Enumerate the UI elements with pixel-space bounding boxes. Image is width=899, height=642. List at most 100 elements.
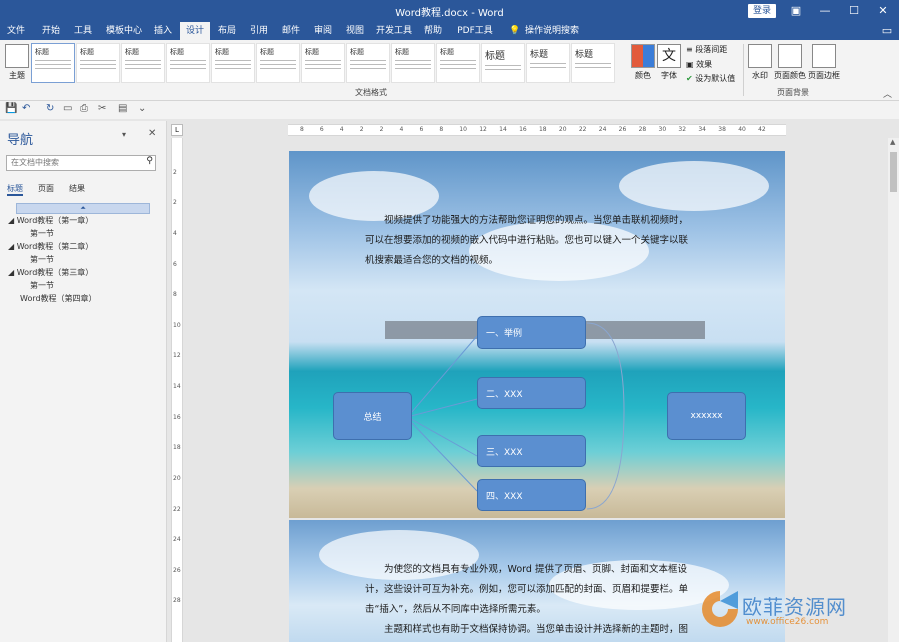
diagram-item-box[interactable]: 二、XXX [477, 377, 586, 409]
minimize-icon[interactable]: — [816, 3, 834, 19]
tell-me-search[interactable]: 操作说明搜索 [524, 22, 580, 40]
undo-icon[interactable]: ↶ [22, 103, 30, 114]
customize-qat-icon[interactable]: ⌄ [138, 103, 146, 114]
tab-selector[interactable]: L [171, 124, 183, 136]
site-watermark-logo: 欧菲资源网 www.office26.com [700, 585, 895, 640]
ribbon-display-icon[interactable]: ▣ [787, 3, 805, 19]
search-icon[interactable]: ⚲ [146, 156, 153, 166]
share-icon[interactable]: ▤ [118, 103, 127, 114]
ruler-tick-label: 4 [399, 126, 404, 133]
nav-tab-headings[interactable]: 标题 [7, 183, 23, 196]
collapse-ribbon-icon[interactable]: ︿ [883, 87, 892, 100]
nav-search-input[interactable]: 在文档中搜索 ⚲ [6, 155, 156, 171]
style-set-item[interactable]: 标题 [571, 43, 615, 83]
nav-heading-item[interactable]: ◢ Word教程（第三章） [8, 267, 93, 278]
tab-design[interactable]: 设计 [180, 22, 210, 40]
watermark-button[interactable]: 水印 [748, 44, 772, 81]
ruler-tick-label: 8 [299, 126, 304, 133]
style-set-gallery[interactable]: 标题 标题 标题 标题 标题 标题 标题 标题 标题 标题 标题 标题 标题 [31, 43, 627, 83]
style-set-item[interactable]: 标题 [31, 43, 75, 83]
login-button[interactable]: 登录 [748, 4, 776, 18]
style-set-item[interactable]: 标题 [166, 43, 210, 83]
ruler-tick-label: 6 [319, 126, 324, 133]
nav-heading-item[interactable]: ◢ Word教程（第一章） [8, 215, 93, 226]
navigation-pane: 导航 ▾ ✕ 在文档中搜索 ⚲ 标题 页面 结果 ⏶ ◢ Word教程（第一章）… [0, 121, 167, 642]
style-set-item[interactable]: 标题 [346, 43, 390, 83]
paragraph-text[interactable]: 为使您的文档具有专业外观，Word 提供了页眉、页脚、封面和文本框设 计，这些设… [365, 560, 688, 640]
title-bar: Word教程.docx - Word 登录 ▣ — ☐ ✕ [0, 0, 899, 22]
nav-menu-icon[interactable]: ▾ [122, 130, 126, 139]
themes-label: 主题 [9, 71, 25, 80]
horizontal-ruler[interactable]: 8 6 4 2 2 4 6 8 10 12 14 16 18 20 22 24 26 28 30 32 34 38 40 42 [288, 124, 786, 136]
nav-subheading-item[interactable]: 第一节 [30, 280, 54, 291]
tab-developer[interactable]: 开发工具 [373, 22, 415, 40]
tab-references[interactable]: 引用 [244, 22, 274, 40]
redo-icon[interactable]: ↻ [46, 103, 54, 114]
nav-subheading-item[interactable]: 第一节 [30, 254, 54, 265]
style-set-item[interactable]: 标题 [391, 43, 435, 83]
style-set-item[interactable]: 标题 [526, 43, 570, 83]
close-icon[interactable]: ✕ [874, 3, 892, 19]
themes-button[interactable]: 主题 [5, 44, 29, 81]
set-default-button[interactable]: ✔ 设为默认值 [686, 73, 735, 84]
ruler-tick-label: 8 [439, 126, 444, 133]
maximize-icon[interactable]: ☐ [845, 3, 863, 19]
diagram-item-box[interactable]: 三、XXX [477, 435, 586, 467]
tab-file[interactable]: 文件 [2, 22, 30, 40]
scroll-up-icon[interactable]: ▲ [890, 138, 895, 146]
comments-icon[interactable]: ▭ [878, 22, 896, 40]
ruler-tick-label: 8 [173, 291, 177, 299]
style-set-item[interactable]: 标题 [76, 43, 120, 83]
tab-insert[interactable]: 插入 [148, 22, 178, 40]
style-set-item[interactable]: 标题 [481, 43, 525, 83]
diagram-item-box[interactable]: 一、举例 [477, 316, 586, 349]
nav-heading-item[interactable]: Word教程（第四章） [20, 293, 97, 304]
nav-close-icon[interactable]: ✕ [148, 128, 156, 139]
style-set-item[interactable]: 标题 [211, 43, 255, 83]
tab-layout[interactable]: 布局 [212, 22, 242, 40]
tab-templates[interactable]: 模板中心 [103, 22, 145, 40]
ruler-tick-label: 24 [598, 126, 607, 133]
colors-button[interactable]: 颜色 [631, 44, 655, 81]
page-border-button[interactable]: 页面边框 [807, 44, 841, 81]
tab-review[interactable]: 审阅 [308, 22, 338, 40]
style-set-item[interactable]: 标题 [256, 43, 300, 83]
ribbon-tabs: 文件 开始 工具 模板中心 插入 设计 布局 引用 邮件 审阅 视图 开发工具 … [0, 22, 899, 54]
save-icon[interactable]: 💾 [5, 103, 17, 114]
view-icon[interactable]: ▭ [63, 103, 72, 114]
ruler-tick-label: 42 [758, 126, 766, 133]
tab-home[interactable]: 开始 [36, 22, 66, 40]
tab-pdf-tools[interactable]: PDF工具集 [453, 22, 497, 54]
fonts-button[interactable]: 文 字体 [657, 44, 681, 81]
scrollbar-thumb[interactable] [890, 152, 897, 192]
nav-tab-pages[interactable]: 页面 [38, 183, 54, 194]
tab-tools[interactable]: 工具 [68, 22, 98, 40]
ruler-tick-label: 14 [499, 126, 507, 133]
diagram-summary-box[interactable]: 总结 [333, 392, 412, 440]
nav-tab-results[interactable]: 结果 [69, 183, 85, 194]
diagram-right-box[interactable]: xxxxxx [667, 392, 746, 440]
nav-subheading-item[interactable]: 第一节 [30, 228, 54, 239]
ruler-tick-label: 22 [578, 126, 587, 133]
tab-mailings[interactable]: 邮件 [276, 22, 306, 40]
vertical-scrollbar[interactable]: ▲ [888, 138, 899, 642]
vertical-ruler[interactable]: 2 2 4 6 8 10 12 14 16 18 20 22 24 26 28 [171, 138, 183, 642]
diagram-item-box[interactable]: 四、XXX [477, 479, 586, 511]
document-page[interactable]: 视频提供了功能强大的方法帮助您证明您的观点。当您单击联机视频时， 可以在想要添加… [289, 151, 785, 518]
effects-button[interactable]: ▣ 效果 [686, 59, 712, 70]
style-set-item[interactable]: 标题 [121, 43, 165, 83]
style-set-item[interactable]: 标题 [301, 43, 345, 83]
style-set-item[interactable]: 标题 [436, 43, 480, 83]
watermark-url: www.office26.com [746, 617, 829, 627]
format-painter-icon[interactable]: ✂ [98, 103, 106, 114]
group-label-page-background: 页面背景 [777, 88, 809, 97]
paragraph-spacing-button[interactable]: ≡ 段落间距 [686, 44, 727, 55]
tab-help[interactable]: 帮助 [418, 22, 448, 40]
nav-heading-item[interactable]: ◢ Word教程（第二章） [8, 241, 93, 252]
fonts-label: 字体 [661, 71, 677, 80]
ruler-tick-label: 28 [173, 597, 181, 605]
fonts-icon: 文 [657, 44, 681, 68]
tab-view[interactable]: 视图 [340, 22, 370, 40]
print-preview-icon[interactable]: ⎙ [80, 103, 88, 114]
page-color-button[interactable]: 页面颜色 [773, 44, 807, 81]
